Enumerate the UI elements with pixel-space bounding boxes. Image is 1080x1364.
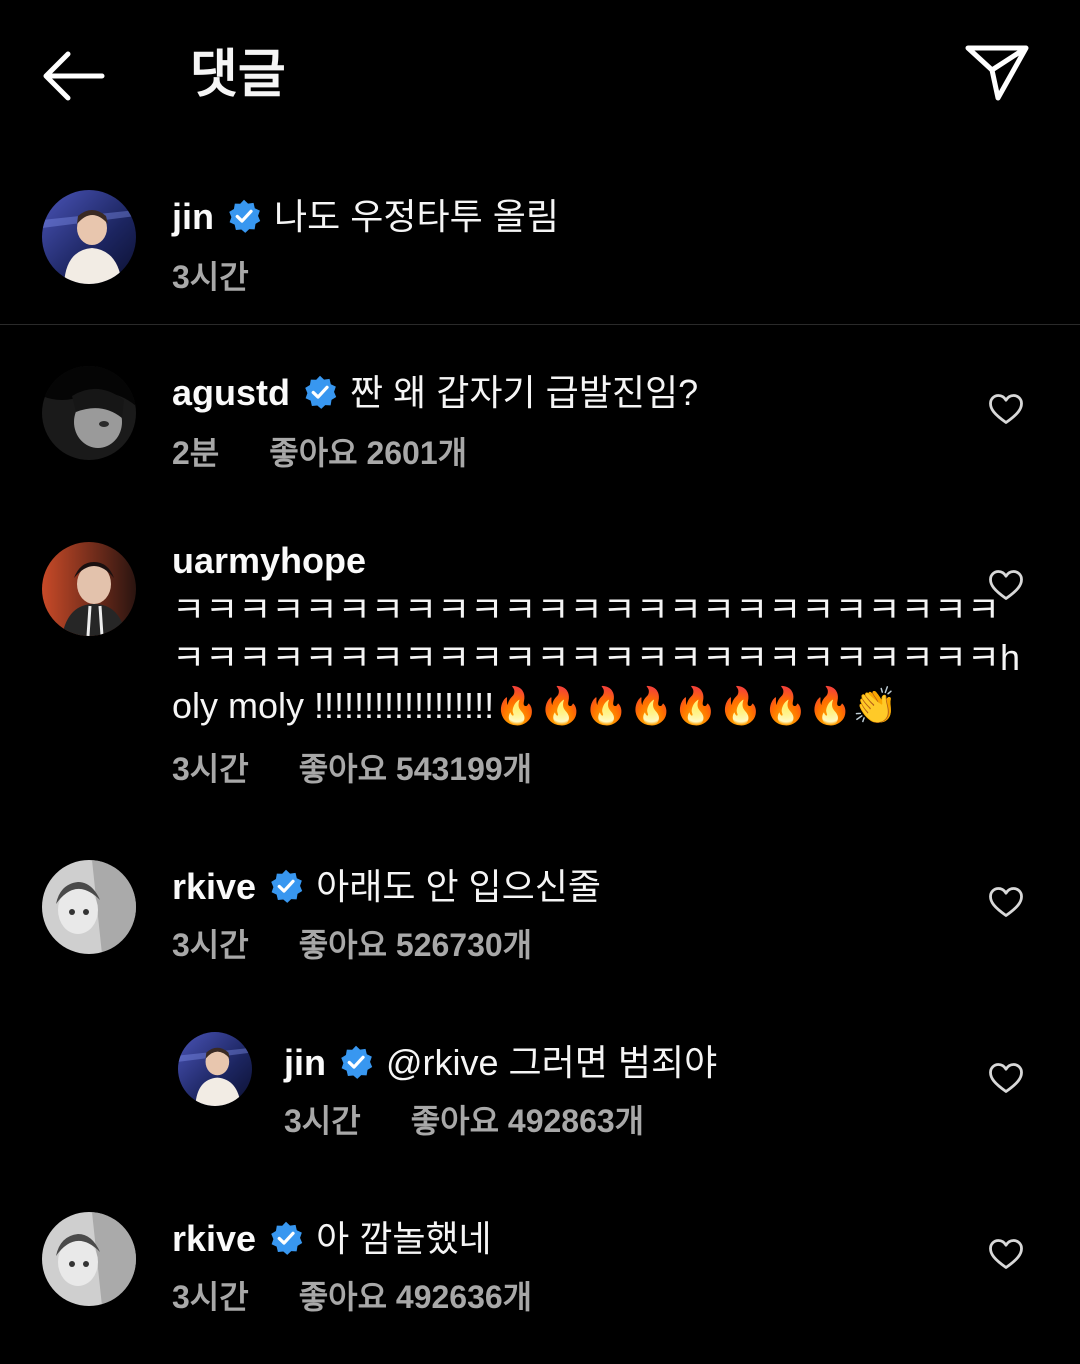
verified-badge-icon: [268, 1220, 304, 1256]
like-heart-icon[interactable]: [988, 1238, 1024, 1270]
avatar-jin[interactable]: [178, 1032, 252, 1106]
comment-text: 짠 왜 갑자기 급발진임?: [350, 372, 699, 413]
comment-text-line: ㅋㅋㅋㅋㅋㅋㅋㅋㅋㅋㅋㅋㅋㅋㅋㅋㅋㅋㅋㅋㅋㅋㅋㅋㅋ: [172, 589, 1001, 630]
comment-username[interactable]: agustd: [172, 372, 290, 413]
reply-meta: 3시간 좋아요 492863개: [284, 1096, 644, 1142]
comment-line: rkive 아 깜놀했네: [172, 1210, 492, 1262]
comment-time: 3시간: [172, 751, 249, 787]
caption-divider: [0, 324, 1080, 325]
comment-meta: 2분 좋아요 2601개: [172, 428, 467, 474]
reply-time: 3시간: [284, 1103, 361, 1139]
comment-text-line: oly moly !!!!!!!!!!!!!!!!!!🔥🔥🔥🔥🔥🔥🔥🔥👏: [172, 685, 898, 726]
direct-message-icon[interactable]: [962, 42, 1032, 104]
comment-username[interactable]: rkive: [172, 866, 256, 907]
avatar-jin[interactable]: [42, 190, 136, 284]
caption-text: 나도 우정타투 올림: [274, 196, 559, 237]
verified-badge-icon: [338, 1044, 374, 1080]
comment-meta: 3시간 좋아요 526730개: [172, 920, 532, 966]
page-title: 댓글: [190, 46, 286, 104]
comment-username[interactable]: uarmyhope: [172, 540, 366, 582]
comment-likes[interactable]: 좋아요 492636개: [299, 1279, 532, 1315]
comment-meta: 3시간 좋아요 492636개: [172, 1272, 532, 1318]
comment-text: ㅋㅋㅋㅋㅋㅋㅋㅋㅋㅋㅋㅋㅋㅋㅋㅋㅋㅋㅋㅋㅋㅋㅋㅋㅋ ㅋㅋㅋㅋㅋㅋㅋㅋㅋㅋㅋㅋㅋㅋ…: [172, 586, 1020, 730]
comment-username[interactable]: rkive: [172, 1218, 256, 1259]
reply-text: @rkive 그러면 범죄야: [386, 1042, 718, 1083]
comment-likes[interactable]: 좋아요 526730개: [299, 927, 532, 963]
verified-badge-icon: [302, 374, 338, 410]
comment-text: 아래도 안 입으신줄: [316, 866, 602, 907]
caption-username[interactable]: jin: [172, 196, 214, 237]
like-heart-icon[interactable]: [988, 569, 1024, 601]
caption-time: 3시간: [172, 259, 249, 295]
reply-line: jin @rkive 그러면 범죄야: [284, 1034, 717, 1086]
like-heart-icon[interactable]: [988, 393, 1024, 425]
comment-meta: 3시간 좋아요 543199개: [172, 744, 532, 790]
comment-time: 3시간: [172, 1279, 249, 1315]
comment-text-line: ㅋㅋㅋㅋㅋㅋㅋㅋㅋㅋㅋㅋㅋㅋㅋㅋㅋㅋㅋㅋㅋㅋㅋㅋㅋh: [172, 637, 1021, 678]
comment-text: 아 깜놀했네: [316, 1218, 492, 1259]
avatar-uarmyhope[interactable]: [42, 542, 136, 636]
avatar-rkive[interactable]: [42, 860, 136, 954]
verified-badge-icon: [268, 868, 304, 904]
caption-meta: 3시간: [172, 252, 249, 298]
comment-likes[interactable]: 좋아요 2601개: [269, 435, 467, 471]
avatar-rkive[interactable]: [42, 1212, 136, 1306]
like-heart-icon[interactable]: [988, 886, 1024, 918]
avatar-agustd[interactable]: [42, 366, 136, 460]
reply-likes[interactable]: 좋아요 492863개: [411, 1103, 644, 1139]
back-arrow-icon[interactable]: [40, 48, 106, 104]
comment-line: rkive 아래도 안 입으신줄: [172, 858, 601, 910]
comment-time: 2분: [172, 435, 220, 471]
verified-badge-icon: [226, 198, 262, 234]
like-heart-icon[interactable]: [988, 1062, 1024, 1094]
reply-username[interactable]: jin: [284, 1042, 326, 1083]
comment-time: 3시간: [172, 927, 249, 963]
header-bar: 댓글: [0, 0, 1080, 150]
caption-line: jin 나도 우정타투 올림: [172, 188, 559, 240]
comment-line: agustd 짠 왜 갑자기 급발진임?: [172, 364, 698, 416]
comment-likes[interactable]: 좋아요 543199개: [299, 751, 532, 787]
